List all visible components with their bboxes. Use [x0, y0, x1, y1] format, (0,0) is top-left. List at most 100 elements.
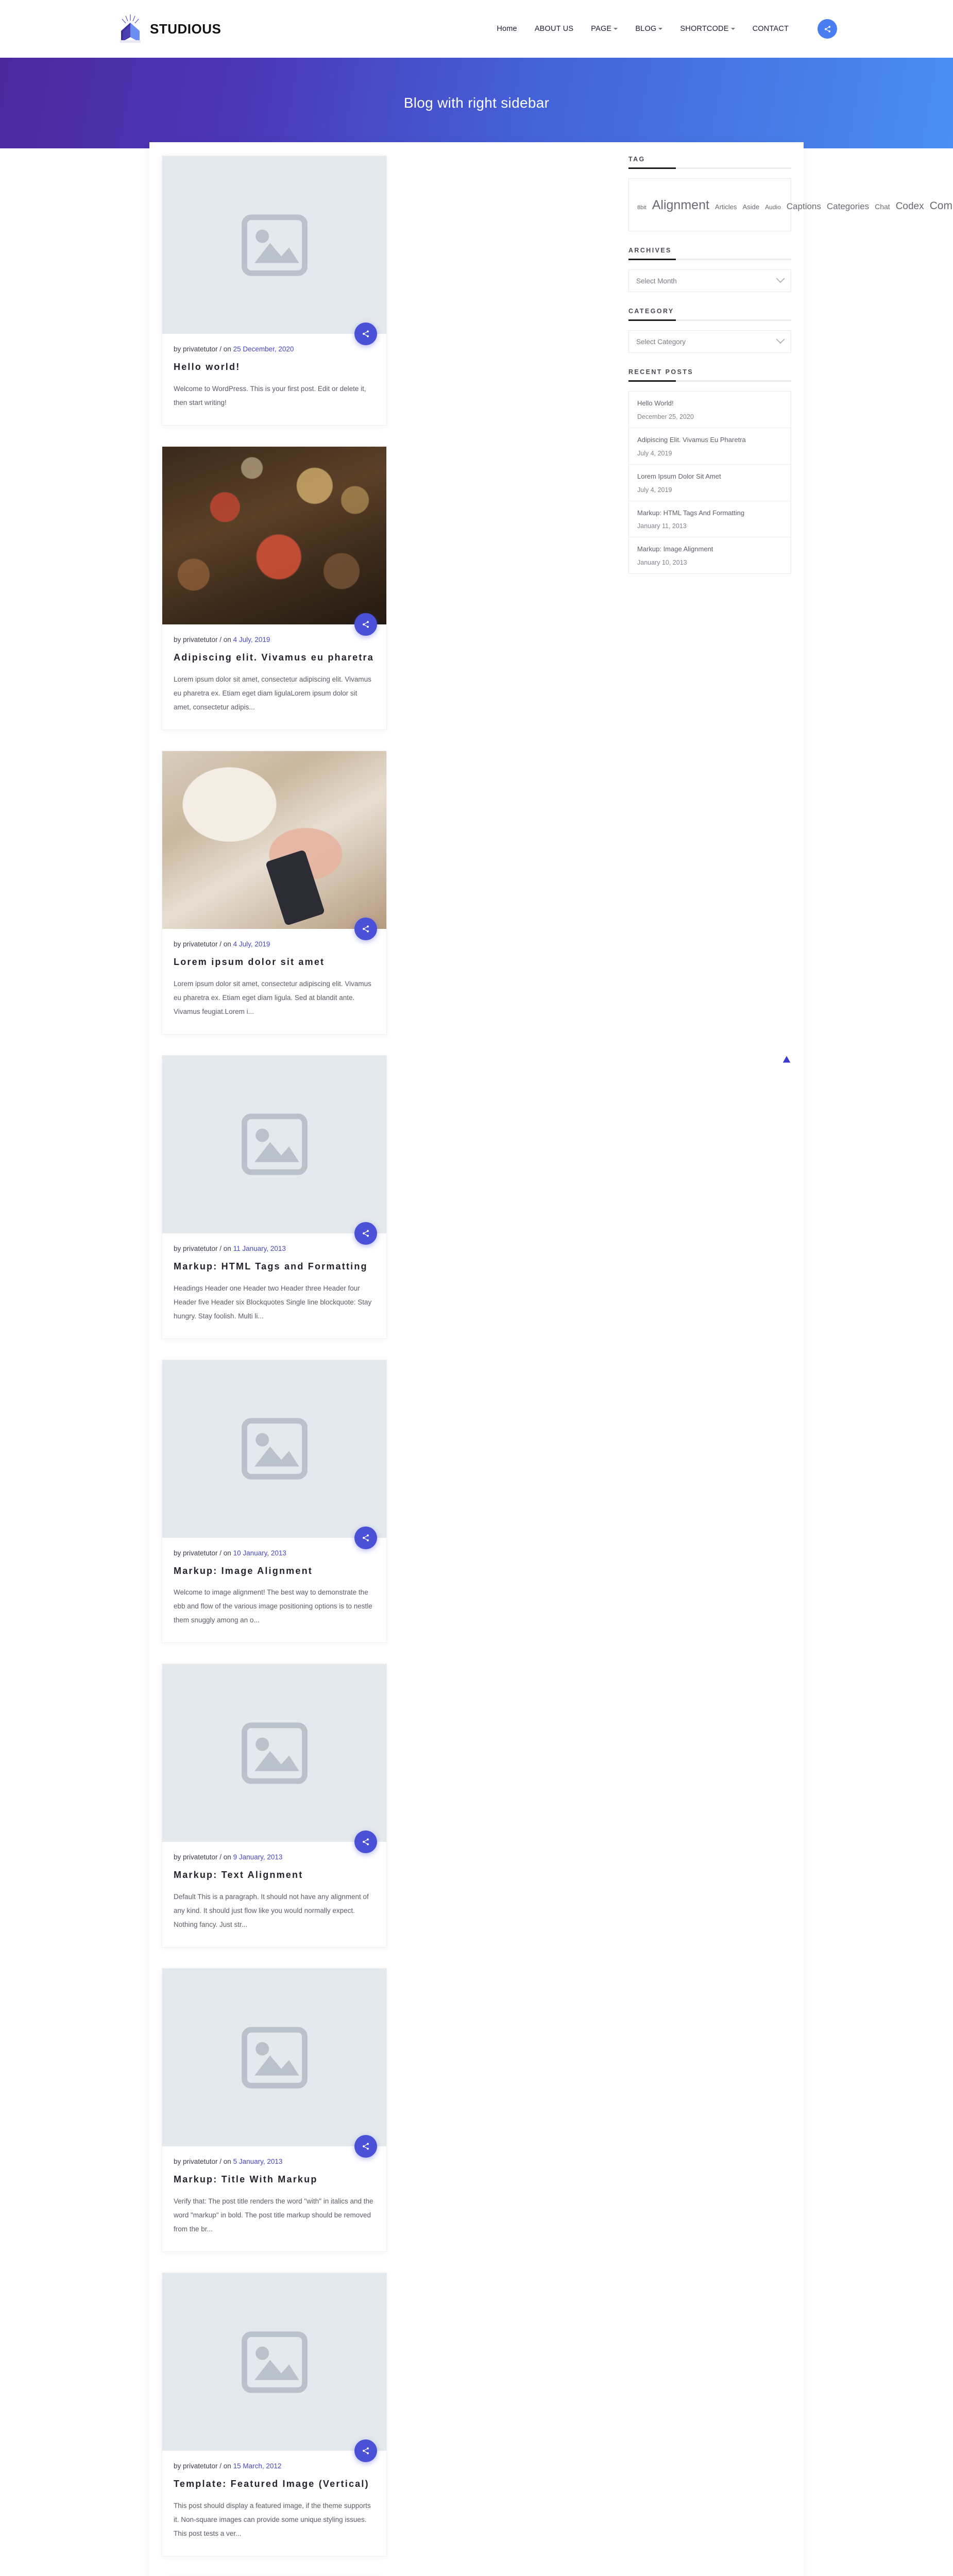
post-card[interactable]: by privatetutor / on 25 December, 2020 He… [162, 156, 387, 426]
post-excerpt: This post should display a featured imag… [174, 2502, 371, 2538]
recent-post-item[interactable]: Markup: Image Alignment January 10, 2013 [629, 537, 791, 573]
category-select[interactable]: Select Category [628, 330, 791, 353]
post-date[interactable]: 5 January, 2013 [233, 2158, 283, 2165]
post-title[interactable]: Adipiscing elit. Vivamus eu pharetra [174, 651, 375, 665]
nav-item-page[interactable]: PAGE [591, 25, 618, 33]
post-title[interactable]: Template: Featured Image (Vertical) [174, 2477, 375, 2492]
recent-post-title: Hello World! [637, 399, 674, 407]
nav-label: SHORTCODE [680, 25, 729, 33]
recent-post-item[interactable]: Markup: HTML Tags And Formatting January … [629, 501, 791, 538]
tag-link[interactable]: Comments [930, 200, 953, 212]
post-author: by privatetutor / on [174, 940, 233, 948]
widget-divider [628, 319, 791, 321]
posts-grid: by privatetutor / on 25 December, 2020 He… [162, 156, 614, 2576]
header-share-button[interactable] [818, 19, 837, 39]
share-icon [363, 2447, 369, 2454]
share-icon [363, 1838, 369, 1846]
post-thumbnail[interactable] [162, 2273, 386, 2451]
post-date[interactable]: 11 January, 2013 [233, 1245, 286, 1252]
chevron-down-icon [776, 335, 785, 344]
scroll-to-top-button[interactable] [781, 1054, 792, 1065]
nav-item-contact[interactable]: CONTACT [753, 25, 789, 33]
post-author: by privatetutor / on [174, 635, 233, 643]
post-meta: by privatetutor / on 4 July, 2019 [174, 636, 375, 643]
post-thumbnail[interactable] [162, 751, 386, 929]
post-date[interactable]: 15 March, 2012 [233, 2462, 282, 2470]
recent-post-item[interactable]: Adipiscing Elit. Vivamus Eu Pharetra July… [629, 428, 791, 465]
post-excerpt: Lorem ipsum dolor sit amet, consectetur … [174, 979, 371, 1015]
post-share-button[interactable] [354, 917, 377, 940]
post-body: by privatetutor / on 4 July, 2019 Lorem i… [162, 917, 386, 1034]
page-title: Blog with right sidebar [403, 95, 550, 111]
post-card[interactable]: by privatetutor / on 15 March, 2012 Templ… [162, 2273, 387, 2557]
post-title[interactable]: Hello world! [174, 360, 375, 375]
recent-post-item[interactable]: Lorem Ipsum Dolor Sit Amet July 4, 2019 [629, 465, 791, 501]
post-card[interactable]: by privatetutor / on 9 January, 2013 Mark… [162, 1664, 387, 1948]
post-date[interactable]: 10 January, 2013 [233, 1549, 286, 1557]
nav-item-blog[interactable]: BLOG [635, 25, 663, 33]
chevron-down-icon [730, 28, 735, 30]
post-thumbnail[interactable] [162, 446, 386, 624]
post-title[interactable]: Lorem ipsum dolor sit amet [174, 955, 375, 970]
post-thumbnail-image [162, 446, 386, 624]
brand-logo[interactable]: STUDIOUS [116, 13, 221, 44]
nav-label: BLOG [635, 25, 657, 33]
tag-link[interactable]: 8bit [637, 205, 646, 211]
post-date[interactable]: 4 July, 2019 [233, 636, 270, 643]
post-title[interactable]: Markup: Text Alignment [174, 1868, 375, 1883]
tag-link[interactable]: Captions [787, 201, 821, 211]
share-icon [363, 1230, 369, 1237]
post-card[interactable]: by privatetutor / on 10 January, 2013 Mar… [162, 1359, 387, 1643]
post-card[interactable]: by privatetutor / on 5 January, 2013 Mark… [162, 1968, 387, 2252]
post-thumbnail[interactable] [162, 1664, 386, 1842]
tag-link[interactable]: Alignment [652, 198, 709, 212]
page-hero: Blog with right sidebar [0, 58, 953, 148]
post-thumbnail[interactable] [162, 1055, 386, 1233]
post-share-button[interactable] [354, 1526, 377, 1549]
nav-item-about-us[interactable]: ABOUT US [535, 25, 573, 33]
tag-link[interactable]: Chat [875, 202, 890, 211]
post-date[interactable]: 25 December, 2020 [233, 345, 294, 353]
post-date[interactable]: 4 July, 2019 [233, 940, 270, 948]
post-card[interactable]: by privatetutor / on 4 July, 2019 Adipisc… [162, 446, 387, 730]
tag-link[interactable]: Categories [827, 201, 869, 211]
post-title[interactable]: Markup: Image Alignment [174, 1564, 375, 1579]
tag-link[interactable]: Audio [765, 204, 781, 211]
post-share-button[interactable] [354, 1831, 377, 1854]
book-logo-icon [116, 13, 145, 44]
post-body: by privatetutor / on 4 July, 2019 Adipisc… [162, 613, 386, 730]
post-thumbnail[interactable] [162, 156, 386, 334]
post-card[interactable]: by privatetutor / on 4 July, 2019 Lorem i… [162, 750, 387, 1035]
blog-posts-column: by privatetutor / on 25 December, 2020 He… [149, 142, 623, 2576]
widget-title-recent-posts: RECENT POSTS [628, 368, 694, 376]
nav-item-home[interactable]: Home [497, 25, 517, 33]
tag-link[interactable]: Aside [743, 203, 760, 211]
recent-post-title: Lorem Ipsum Dolor Sit Amet [637, 472, 721, 480]
post-share-button[interactable] [354, 613, 377, 636]
image-placeholder-icon [241, 2027, 308, 2089]
post-title[interactable]: Markup: HTML Tags and Formatting [174, 1260, 375, 1274]
nav-item-shortcode[interactable]: SHORTCODE [680, 25, 735, 33]
tag-link[interactable]: Articles [715, 203, 737, 211]
recent-posts-list: Hello World! December 25, 2020 Adipiscing … [628, 391, 791, 574]
post-title[interactable]: Markup: Title With Markup [174, 2173, 375, 2187]
post-excerpt: Lorem ipsum dolor sit amet, consectetur … [174, 675, 371, 711]
archives-select[interactable]: Select Month [628, 269, 791, 292]
tag-link[interactable]: Codex [896, 201, 924, 212]
recent-post-date: July 4, 2019 [637, 449, 672, 457]
image-placeholder-icon [241, 1722, 308, 1784]
recent-post-item[interactable]: Hello World! December 25, 2020 [629, 392, 791, 428]
post-thumbnail[interactable] [162, 1360, 386, 1538]
post-meta: by privatetutor / on 11 January, 2013 [174, 1245, 375, 1252]
post-card[interactable]: by privatetutor / on 11 January, 2013 Mar… [162, 1055, 387, 1339]
post-share-button[interactable] [354, 1222, 377, 1245]
share-icon [363, 2143, 369, 2150]
page-root: STUDIOUS Home ABOUT US PAGE BLOG SHORTCO… [0, 0, 953, 2576]
post-date[interactable]: 9 January, 2013 [233, 1853, 283, 1861]
post-share-button[interactable] [354, 2135, 377, 2158]
post-thumbnail[interactable] [162, 1969, 386, 2147]
post-share-button[interactable] [354, 2439, 377, 2463]
site-header: STUDIOUS Home ABOUT US PAGE BLOG SHORTCO… [0, 0, 953, 58]
post-share-button[interactable] [354, 323, 377, 345]
tag-cloud: 8bit Alignment Articles Aside Audio Captions C… [637, 188, 953, 221]
